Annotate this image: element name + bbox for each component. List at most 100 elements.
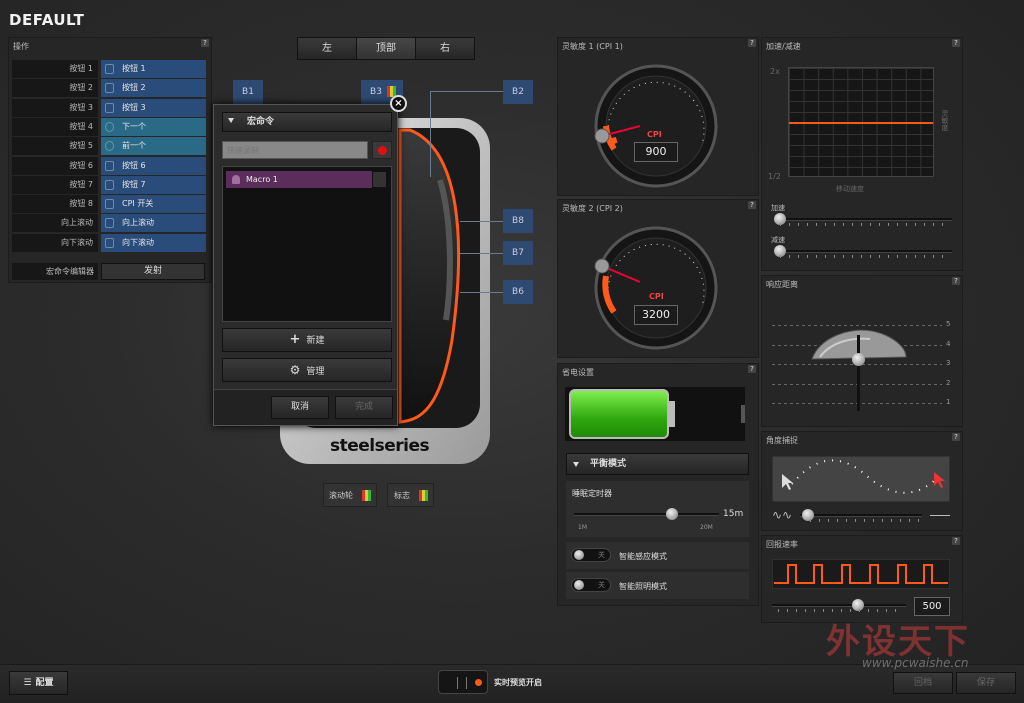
slider-ticks	[810, 519, 920, 522]
button-key-label: 向上滚动	[12, 214, 98, 233]
toggle-state: 关	[598, 581, 605, 589]
help-icon[interactable]: ?	[201, 39, 209, 47]
media-icon	[105, 141, 114, 152]
action-assignment[interactable]: 向上滚动	[101, 214, 206, 233]
action-assignment[interactable]: 按钮 3	[101, 98, 206, 117]
media-icon	[105, 121, 114, 132]
tab-top[interactable]: 顶部	[356, 37, 416, 60]
battery-cap	[741, 405, 745, 423]
help-icon[interactable]: ?	[748, 39, 756, 47]
save-button[interactable]: 保存	[956, 672, 1016, 694]
close-icon[interactable]: ×	[390, 95, 407, 112]
tag-b8[interactable]: B8	[503, 209, 533, 233]
tag-logo[interactable]: 标志	[387, 483, 434, 507]
polling-slider[interactable]	[772, 599, 906, 611]
grip-icon	[457, 677, 467, 689]
smart-light-toggle[interactable]: 关	[571, 578, 611, 592]
manage-button[interactable]: ⚙ 管理	[222, 358, 392, 382]
action-row: 按钮 8 CPI 开关	[12, 195, 206, 214]
live-preview-toggle[interactable]	[438, 670, 488, 694]
accel-slider[interactable]	[774, 213, 952, 225]
accel-y-side-label: 灵敏度	[941, 110, 949, 131]
launch-button[interactable]: 发射	[101, 263, 205, 280]
button-key-label: 按钮 6	[12, 156, 98, 175]
action-assignment[interactable]: CPI 开关	[101, 195, 206, 214]
macro-list	[222, 166, 392, 322]
action-assignment[interactable]: 按钮 7	[101, 175, 206, 194]
help-icon[interactable]: ?	[952, 537, 960, 545]
wave-icon: ∿∿	[772, 508, 793, 522]
done-button[interactable]: 完成	[335, 396, 393, 419]
macro-header[interactable]: 宏命令	[222, 112, 392, 132]
action-assignment[interactable]: 向下滚动	[101, 233, 206, 252]
button-key-label: 按钮 2	[12, 79, 98, 98]
lift-level-label: 1	[946, 398, 951, 406]
config-button[interactable]: ☰ 配置	[9, 671, 68, 695]
lift-slider-knob[interactable]	[852, 353, 865, 366]
new-macro-button[interactable]: + 新建	[222, 328, 392, 352]
mouse-icon	[105, 83, 114, 94]
list-icon: ☰	[23, 678, 32, 688]
slider-ticks	[780, 223, 950, 226]
action-assignment[interactable]: 下一个	[101, 117, 206, 136]
smart-light-label: 智能照明模式	[619, 582, 667, 591]
action-assignment[interactable]: 前一个	[101, 137, 206, 156]
color-swatch-icon	[419, 490, 428, 501]
help-icon[interactable]: ?	[952, 277, 960, 285]
macro-item-checkbox[interactable]	[372, 171, 387, 188]
sleep-timer-slider[interactable]	[574, 508, 719, 520]
toggle-knob	[574, 580, 584, 590]
tab-left[interactable]: 左	[297, 37, 357, 60]
power-mode-dropdown[interactable]: 平衡模式	[566, 453, 749, 475]
tag-b1[interactable]: B1	[233, 80, 263, 104]
record-button[interactable]	[372, 141, 392, 159]
tag-wheel[interactable]: 滚动轮	[323, 483, 377, 507]
macro-header-label: 宏命令	[247, 117, 275, 127]
power-mode-label: 平衡模式	[590, 459, 627, 469]
cancel-button[interactable]: 取消	[271, 396, 329, 419]
mouse-icon	[105, 218, 114, 229]
macro-popup: 宏命令 Macro 1 + 新建 ⚙ 管理 取消 完成	[213, 104, 398, 426]
slider-knob[interactable]	[666, 508, 678, 520]
tab-right[interactable]: 右	[415, 37, 475, 60]
action-label: 按钮 1	[122, 64, 146, 73]
action-assignment[interactable]: 按钮 1	[101, 60, 206, 78]
help-icon[interactable]: ?	[952, 433, 960, 441]
accel-title: 加速/减速	[766, 42, 801, 51]
tag-b2[interactable]: B2	[503, 80, 533, 104]
tag-wheel-label: 滚动轮	[329, 491, 353, 500]
power-title: 省电设置	[562, 368, 594, 377]
button-key-label: 按钮 3	[12, 98, 98, 117]
sleep-timer-label: 睡眠定时器	[572, 489, 612, 498]
action-assignment[interactable]: 按钮 2	[101, 79, 206, 98]
action-assignment[interactable]: 按钮 6	[101, 156, 206, 175]
quick-record-input[interactable]	[222, 141, 368, 159]
sleep-timer-value: 15m	[723, 509, 744, 519]
help-icon[interactable]: ?	[748, 365, 756, 373]
list-item[interactable]: Macro 1	[226, 171, 372, 188]
connector-line	[430, 91, 431, 177]
chevron-down-icon	[573, 462, 579, 467]
mouse-icon	[105, 199, 114, 210]
polling-title: 回报速率	[766, 540, 798, 549]
range-min-label: 1M	[578, 524, 587, 531]
cpi1-value[interactable]: 900	[634, 142, 678, 162]
brand-logo: steelseries	[330, 436, 430, 456]
angle-slider[interactable]	[800, 509, 922, 521]
cpi1-gauge[interactable]	[592, 64, 720, 188]
help-icon[interactable]: ?	[748, 201, 756, 209]
cpi2-gauge[interactable]	[592, 226, 720, 350]
cpi2-value[interactable]: 3200	[634, 305, 678, 325]
macro-editor-label: 宏命令编辑器	[12, 263, 98, 280]
smart-sense-toggle[interactable]: 关	[571, 548, 611, 562]
decel-slider[interactable]	[774, 245, 952, 257]
revert-button[interactable]: 回档	[893, 672, 953, 694]
accel-graph[interactable]	[788, 67, 934, 177]
help-icon[interactable]: ?	[952, 39, 960, 47]
button-key-label: 按钮 7	[12, 175, 98, 194]
angle-preview	[772, 456, 950, 502]
cpi2-unit: CPI	[649, 292, 664, 301]
tag-b7[interactable]: B7	[503, 241, 533, 265]
angle-title: 角度捕捉	[766, 436, 798, 445]
tag-b6[interactable]: B6	[503, 280, 533, 304]
